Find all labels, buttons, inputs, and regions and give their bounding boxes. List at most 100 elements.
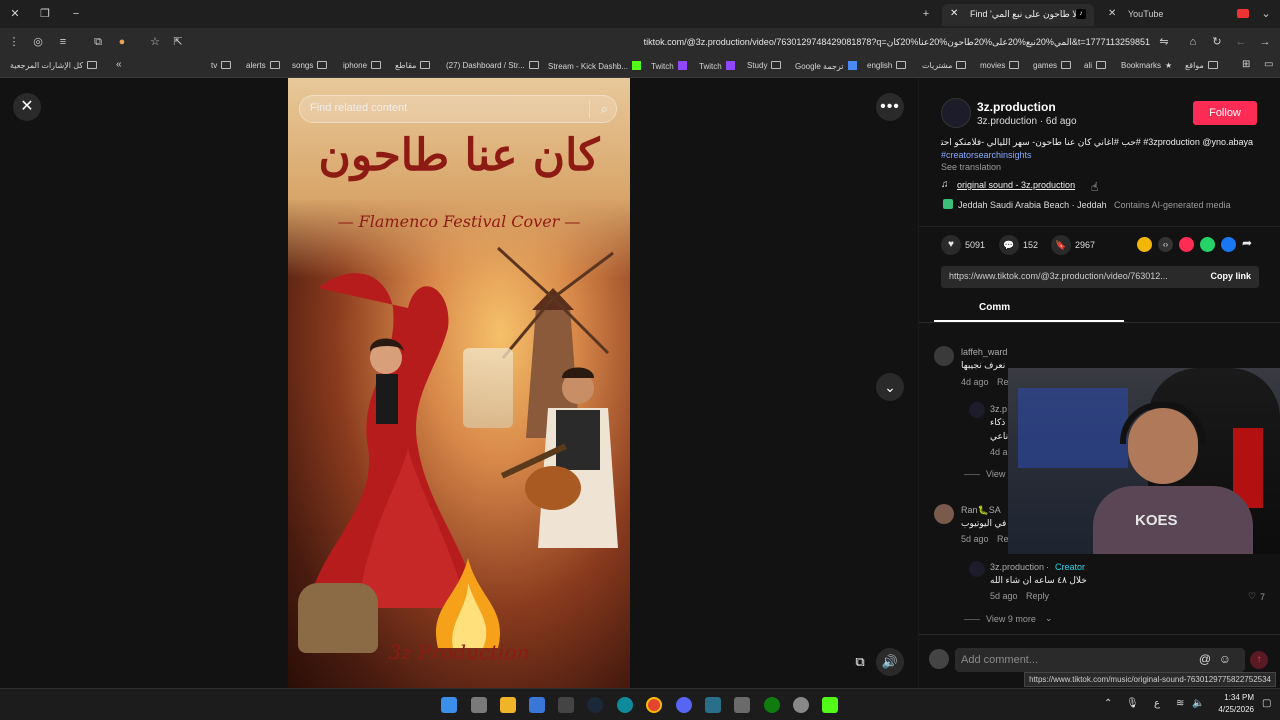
close-tab-icon[interactable]: ✕ — [950, 8, 958, 19]
emoji-icon[interactable]: ☺ — [1219, 652, 1231, 666]
related-search-input[interactable]: Find related content ⌕ — [299, 95, 617, 123]
app-icon[interactable] — [793, 697, 809, 713]
kick-app-icon[interactable] — [822, 697, 838, 713]
comment-username[interactable]: laffeh_ward — [961, 347, 1007, 357]
comment-input[interactable]: Add comment... @ ☺ — [955, 648, 1245, 672]
chevron-down-icon[interactable]: ⌄ — [876, 373, 904, 401]
bookmark-ali[interactable]: ali — [1084, 61, 1107, 70]
original-sound-link[interactable]: original sound - 3z.production — [957, 180, 1075, 190]
reading-list-icon[interactable]: ≡ — [55, 35, 71, 49]
comment-icon[interactable]: 💬 — [999, 235, 1019, 255]
bookmark-kick[interactable]: Stream - Kick Dashb... — [548, 61, 642, 71]
clock-date[interactable]: 4/25/2026 — [1212, 705, 1254, 714]
creator-avatar[interactable] — [941, 98, 971, 128]
bookmark-purchases[interactable]: مشتريات — [922, 61, 967, 70]
like-icon[interactable]: ♥ — [941, 235, 961, 255]
comment-username[interactable]: 3z.p — [990, 404, 1007, 414]
bookmark-english[interactable]: english — [867, 61, 907, 70]
commenter-avatar[interactable] — [934, 504, 954, 524]
bookmark-translate[interactable]: Google ترجمة — [795, 61, 857, 71]
view-more-replies[interactable]: View 9 more — [986, 614, 1036, 624]
bookmark-songs[interactable]: songs — [292, 61, 328, 70]
microphone-icon[interactable]: 🎙 — [1126, 698, 1139, 709]
bookmark-alerts[interactable]: alerts — [246, 61, 280, 70]
extension-icon[interactable]: ● — [114, 35, 130, 49]
send-icon[interactable] — [1179, 237, 1194, 252]
commenter-avatar[interactable] — [934, 346, 954, 366]
app-icon[interactable] — [734, 697, 750, 713]
discord-icon[interactable] — [676, 697, 692, 713]
bookmark-sites[interactable]: مواقع — [1185, 61, 1218, 70]
more-options-icon[interactable]: ••• — [876, 93, 904, 121]
bookmark-tv[interactable]: tv — [211, 61, 232, 70]
tab-youtube[interactable]: ✕ YouTube — [1100, 4, 1230, 26]
bookmark-star-icon[interactable]: ☆ — [147, 35, 163, 49]
tray-chevron-icon[interactable]: ⌃ — [1104, 698, 1112, 709]
tab-tiktok[interactable]: ✕ Find 'لا طاحون على نبع المي' ♪ — [942, 4, 1094, 26]
bookmark-icon[interactable]: 🔖 — [1051, 235, 1071, 255]
forward-icon[interactable]: ← — [1233, 35, 1249, 49]
facebook-icon[interactable] — [1221, 237, 1236, 252]
task-view-icon[interactable] — [471, 697, 487, 713]
chrome-icon[interactable] — [646, 697, 662, 713]
clock-time[interactable]: 1:34 PM — [1218, 693, 1254, 702]
address-bar[interactable]: tiktok.com/@3z.production/video/76301297… — [190, 33, 1150, 51]
chevron-down-icon[interactable]: ⌄ — [1045, 613, 1053, 624]
speaker-icon[interactable]: 🔈 — [1192, 698, 1204, 709]
volume-icon[interactable]: 🔊 — [876, 648, 904, 676]
menu-icon[interactable]: ⋮ — [6, 35, 22, 49]
bookmark-clips[interactable]: مقاطع — [395, 61, 431, 70]
site-settings-icon[interactable]: ⇋ — [1156, 35, 1172, 49]
search-icon[interactable]: ⌕ — [601, 101, 608, 117]
all-bookmarks[interactable]: كل الإشارات المرجعية — [10, 61, 98, 70]
creator-reply-avatar[interactable] — [969, 402, 985, 418]
home-icon[interactable]: ⌂ — [1185, 35, 1201, 49]
keyboard-language-icon[interactable]: ع — [1154, 698, 1160, 709]
back-icon[interactable]: → — [1257, 35, 1273, 49]
copy-link-button[interactable]: Copy link — [1210, 271, 1251, 281]
profile-icon[interactable]: ◎ — [30, 35, 46, 49]
app-icon[interactable] — [705, 697, 721, 713]
new-tab-icon[interactable]: + — [918, 7, 934, 21]
tab-search-icon[interactable]: ⌄ — [1258, 7, 1274, 21]
bookmark-twitch-2[interactable]: Twitch — [699, 61, 735, 71]
reply-button[interactable]: Reply — [1026, 591, 1049, 601]
store-icon[interactable] — [529, 697, 545, 713]
video-player[interactable]: كان عنا طاحون — Flamenco Festival Cover … — [288, 78, 630, 688]
apps-icon[interactable]: ⊞ — [1242, 59, 1250, 70]
creator-username[interactable]: 3z.production — [977, 100, 1056, 114]
bookmark-games[interactable]: games — [1033, 61, 1072, 70]
close-video-icon[interactable]: ✕ — [13, 93, 41, 121]
sidebar-icon[interactable]: ▭ — [1264, 59, 1273, 70]
close-tab-icon[interactable]: ✕ — [1108, 8, 1116, 19]
wifi-icon[interactable]: ≋ — [1176, 698, 1184, 709]
mention-icon[interactable]: @ — [1199, 652, 1211, 666]
hashtag-link[interactable]: #creatorsearchinsights — [941, 150, 1032, 160]
bookmark-bookmarks[interactable]: Bookmarks ★ — [1121, 61, 1172, 70]
extensions-icon[interactable]: ⧉ — [90, 35, 106, 49]
repost-icon[interactable] — [1137, 237, 1152, 252]
bookmark-study[interactable]: Study — [747, 61, 782, 70]
minimize-window-icon[interactable]: − — [68, 7, 84, 21]
bookmark-dashboard[interactable]: (27) Dashboard / Str... — [446, 61, 539, 70]
comment-username[interactable]: Ran🐛SA — [961, 505, 1001, 516]
bookmark-twitch-1[interactable]: Twitch — [651, 61, 687, 71]
embed-icon[interactable]: ‹› — [1158, 237, 1173, 252]
post-comment-icon[interactable]: ↑ — [1250, 651, 1268, 669]
reload-icon[interactable]: ↻ — [1209, 35, 1225, 49]
share-icon[interactable]: ➦ — [1242, 236, 1252, 250]
mini-player-icon[interactable]: ⧉ — [846, 648, 874, 676]
notification-icon[interactable]: ▢ — [1262, 698, 1271, 709]
creator-reply-avatar[interactable] — [969, 561, 985, 577]
heart-icon[interactable]: ♡ — [1248, 591, 1256, 602]
share-page-icon[interactable]: ⇱ — [170, 35, 186, 49]
bookmark-movies[interactable]: movies — [980, 61, 1020, 70]
follow-button[interactable]: Follow — [1193, 101, 1257, 125]
my-avatar[interactable] — [929, 649, 949, 669]
terminal-icon[interactable] — [558, 697, 574, 713]
restore-window-icon[interactable]: ❐ — [37, 7, 53, 21]
tab-comments[interactable]: Comm — [979, 302, 1010, 313]
edge-icon[interactable] — [617, 697, 633, 713]
see-translation-link[interactable]: See translation — [941, 162, 1001, 172]
reply-button[interactable]: Re — [997, 377, 1009, 387]
